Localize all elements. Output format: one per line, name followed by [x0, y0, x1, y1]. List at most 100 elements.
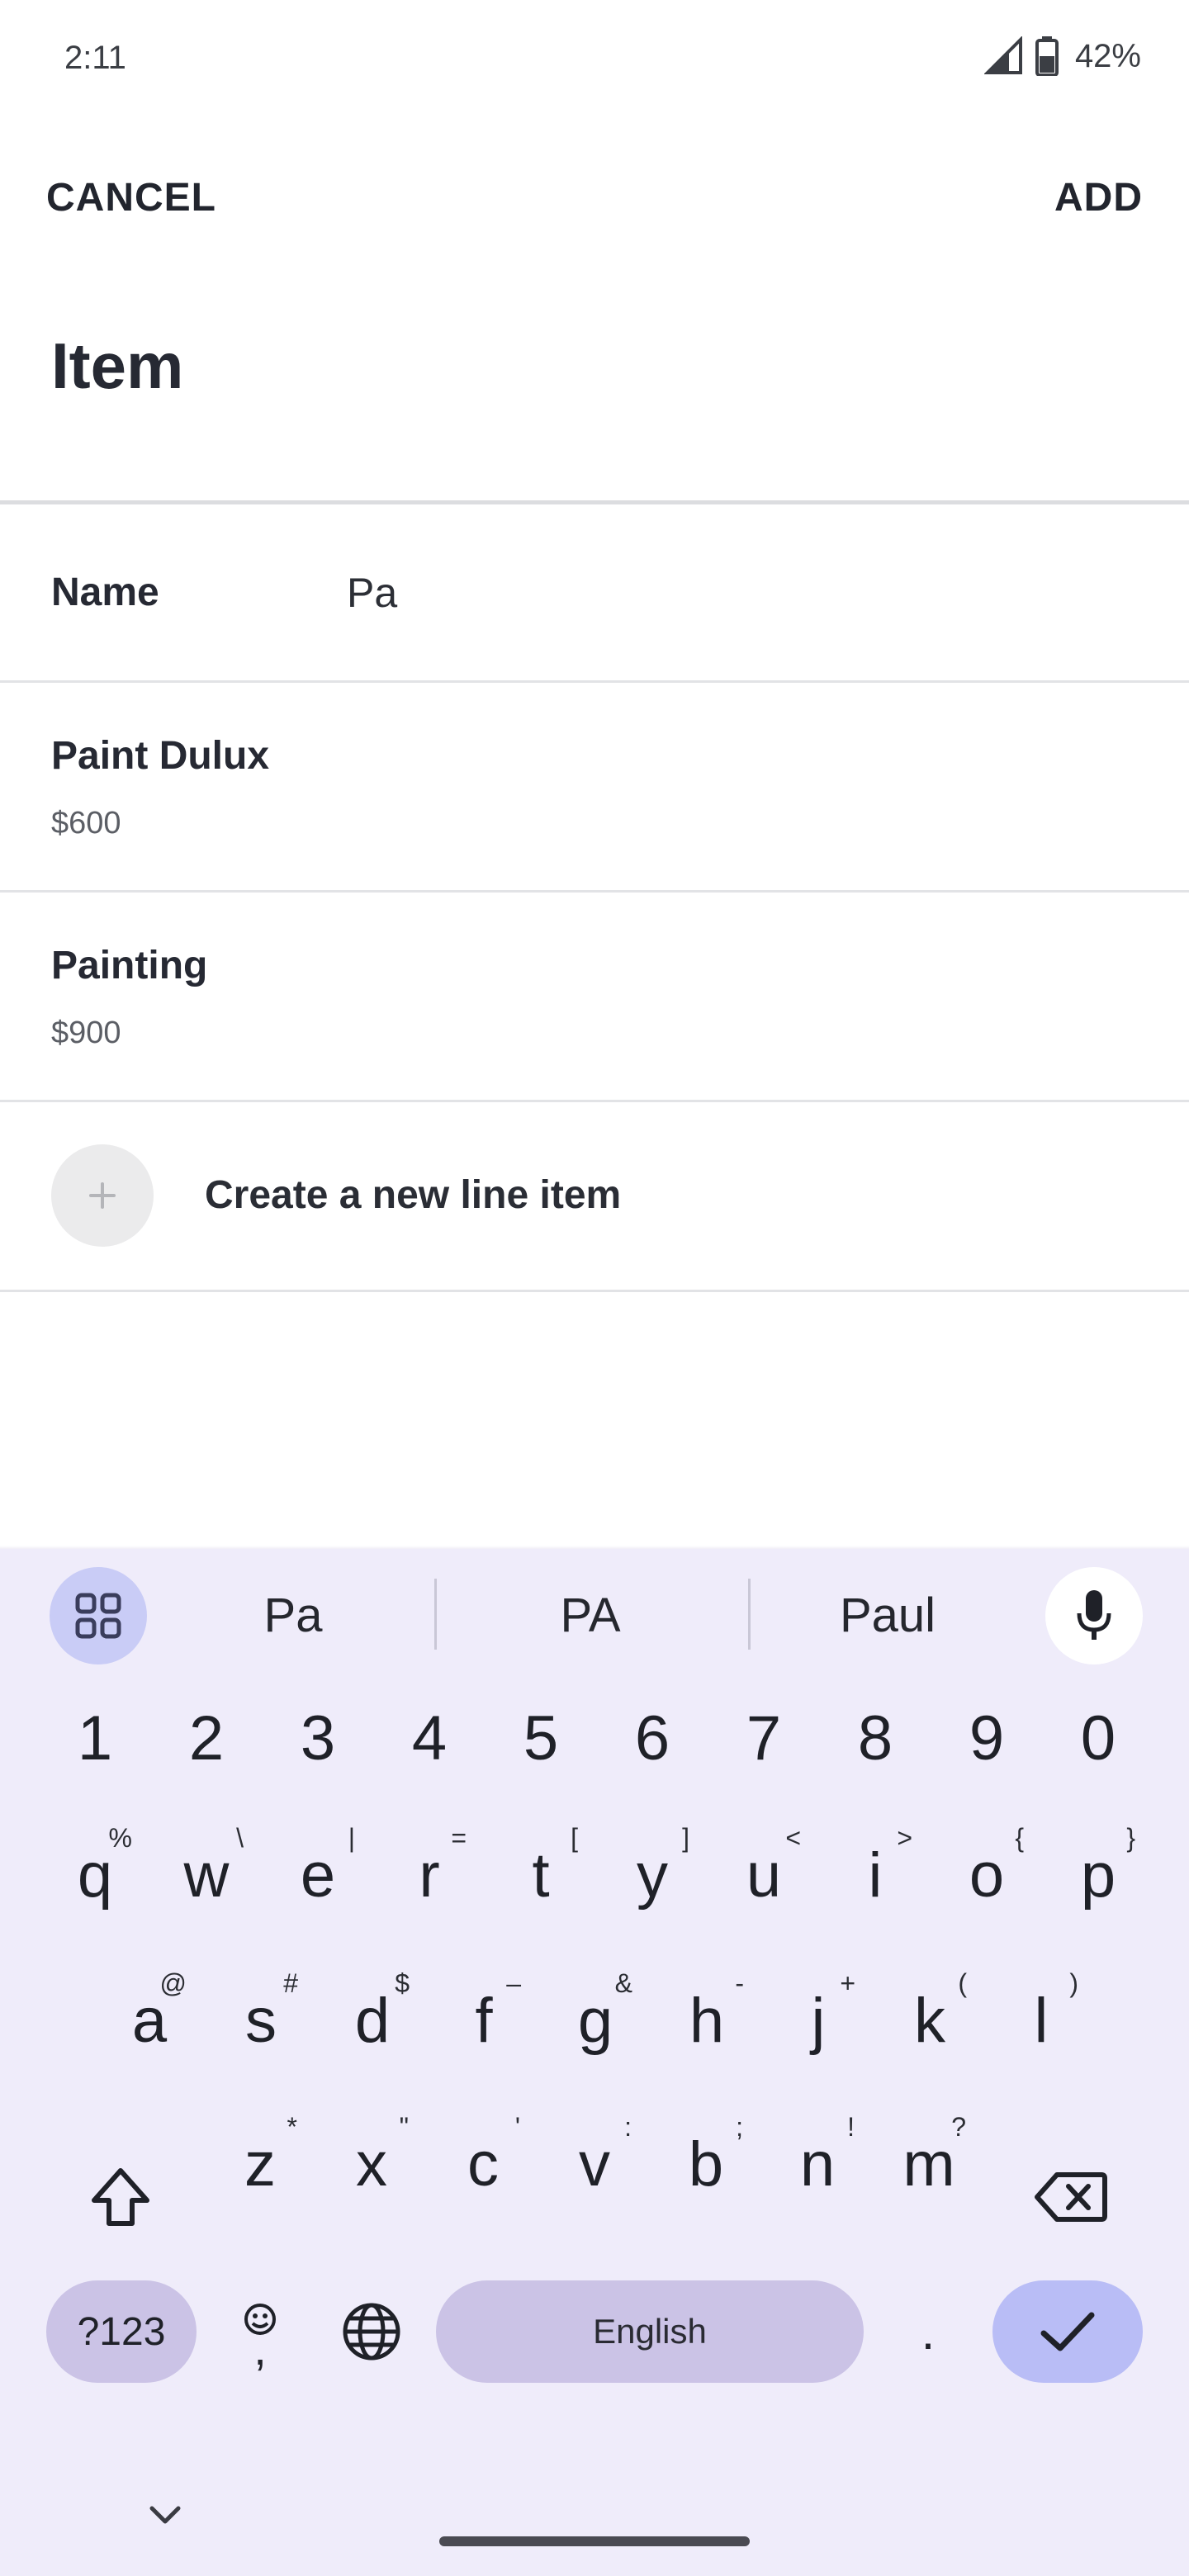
key-hint: ': [514, 2112, 520, 2142]
key-label: h: [689, 1986, 725, 2056]
key-label: u: [746, 1840, 782, 1911]
key-g[interactable]: g &: [542, 1958, 649, 2082]
key-h[interactable]: h-: [653, 1958, 760, 2082]
key-hint: }: [1126, 1823, 1135, 1853]
divider: [0, 680, 1189, 683]
key-l[interactable]: l): [988, 1958, 1095, 2082]
key-label: a: [131, 1986, 168, 2056]
key-6[interactable]: 6: [599, 1676, 706, 1800]
key-o[interactable]: o{: [933, 1813, 1040, 1937]
key-r[interactable]: r =: [376, 1813, 483, 1937]
key-7[interactable]: 7: [710, 1676, 817, 1800]
enter-checkmark-icon[interactable]: [992, 2280, 1143, 2383]
key-label: 0: [1080, 1703, 1116, 1773]
key-2[interactable]: 2: [153, 1676, 260, 1800]
shift-icon[interactable]: [71, 2143, 170, 2251]
microphone-icon[interactable]: [1045, 1567, 1143, 1664]
key-s[interactable]: s #: [207, 1958, 315, 2082]
symbols-key[interactable]: ?123: [46, 2280, 197, 2383]
suggestion-1[interactable]: Pa: [190, 1579, 396, 1653]
key-label: q: [77, 1840, 113, 1911]
backspace-icon[interactable]: [1017, 2143, 1125, 2251]
name-label: Name: [51, 571, 159, 614]
key-f[interactable]: f –: [430, 1958, 538, 2082]
key-hint: $: [395, 1968, 410, 1998]
emoji-key[interactable]: ,: [223, 2280, 297, 2383]
key-8[interactable]: 8: [822, 1676, 929, 1800]
key-hint: –: [506, 1968, 521, 1998]
key-i[interactable]: i >: [822, 1813, 929, 1937]
divider: [0, 890, 1189, 893]
keyboard: Pa PA Paul 1 2 3 4 5 6 7 8 9 0 q% w \ e | r = t[y] u < i > o{p…: [0, 1549, 1189, 2576]
key-hint: ): [1069, 1968, 1078, 1998]
add-button[interactable]: ADD: [1054, 175, 1143, 220]
key-x[interactable]: x ": [318, 2102, 425, 2226]
key-w[interactable]: w \: [153, 1813, 260, 1937]
battery-icon: [1035, 36, 1059, 76]
space-key[interactable]: English: [436, 2280, 864, 2383]
period-key[interactable]: .: [888, 2280, 968, 2383]
key-label: l: [1034, 1986, 1049, 2056]
key-4[interactable]: 4: [376, 1676, 483, 1800]
item-name: Paint Dulux: [51, 734, 270, 778]
key-u[interactable]: u <: [710, 1813, 817, 1937]
status-bar: 2:11 42%: [0, 0, 1189, 116]
suggestion-separator: [434, 1579, 437, 1650]
key-y[interactable]: y]: [599, 1813, 706, 1937]
key-v[interactable]: v:: [541, 2102, 648, 2226]
list-item[interactable]: Painting $900: [0, 893, 1189, 1100]
key-m[interactable]: m?: [875, 2102, 983, 2226]
key-p[interactable]: p}: [1045, 1813, 1152, 1937]
key-1[interactable]: 1: [41, 1676, 149, 1800]
key-label: c: [467, 2129, 499, 2200]
list-item[interactable]: Paint Dulux $600: [0, 684, 1189, 890]
key-label: g: [577, 1986, 613, 2056]
item-price: $600: [51, 806, 121, 841]
key-label: t: [532, 1840, 550, 1911]
keyboard-apps-icon[interactable]: [50, 1567, 147, 1664]
cancel-button[interactable]: CANCEL: [46, 175, 216, 220]
suggestion-3[interactable]: Paul: [784, 1579, 991, 1653]
key-b[interactable]: b;: [652, 2102, 760, 2226]
key-hint: *: [287, 2112, 297, 2142]
key-0[interactable]: 0: [1045, 1676, 1152, 1800]
key-label: k: [914, 1986, 945, 2056]
key-hint: +: [840, 1968, 855, 1998]
key-label: 5: [523, 1703, 559, 1773]
key-label: 3: [300, 1703, 336, 1773]
signal-icon: [983, 36, 1024, 76]
name-input[interactable]: [347, 560, 1139, 626]
globe-icon[interactable]: [327, 2280, 416, 2383]
key-9[interactable]: 9: [933, 1676, 1040, 1800]
key-hint: >: [897, 1823, 912, 1853]
page-title: Item: [51, 329, 184, 402]
screen: 2:11 42% CANCEL ADD Item Name Paint Dulu…: [0, 0, 1189, 2576]
key-z[interactable]: z *: [206, 2102, 314, 2226]
key-d[interactable]: d $: [319, 1958, 426, 2082]
suggestion-separator: [748, 1579, 751, 1650]
key-label: 2: [188, 1703, 225, 1773]
key-n[interactable]: n!: [764, 2102, 871, 2226]
key-hint: ]: [682, 1823, 689, 1853]
key-5[interactable]: 5: [487, 1676, 594, 1800]
create-line-item-label: Create a new line item: [205, 1173, 622, 1217]
home-indicator[interactable]: [439, 2536, 750, 2546]
chevron-down-icon[interactable]: [132, 2482, 198, 2548]
key-label: j: [811, 1986, 826, 2056]
key-e[interactable]: e |: [264, 1813, 372, 1937]
key-t[interactable]: t[: [487, 1813, 594, 1937]
item-name: Painting: [51, 944, 208, 987]
key-hint: !: [847, 2112, 855, 2142]
key-j[interactable]: j +: [765, 1958, 872, 2082]
key-a[interactable]: a @: [96, 1958, 203, 2082]
suggestion-2[interactable]: PA: [487, 1579, 694, 1653]
create-line-item-button[interactable]: Create a new line item: [0, 1105, 1189, 1291]
plus-icon: [51, 1144, 154, 1247]
key-3[interactable]: 3: [264, 1676, 372, 1800]
key-q[interactable]: q%: [41, 1813, 149, 1937]
key-hint: &: [614, 1968, 632, 1998]
key-label: b: [688, 2129, 724, 2200]
key-c[interactable]: c ': [429, 2102, 537, 2226]
key-label: 4: [411, 1703, 448, 1773]
key-k[interactable]: k(: [876, 1958, 983, 2082]
